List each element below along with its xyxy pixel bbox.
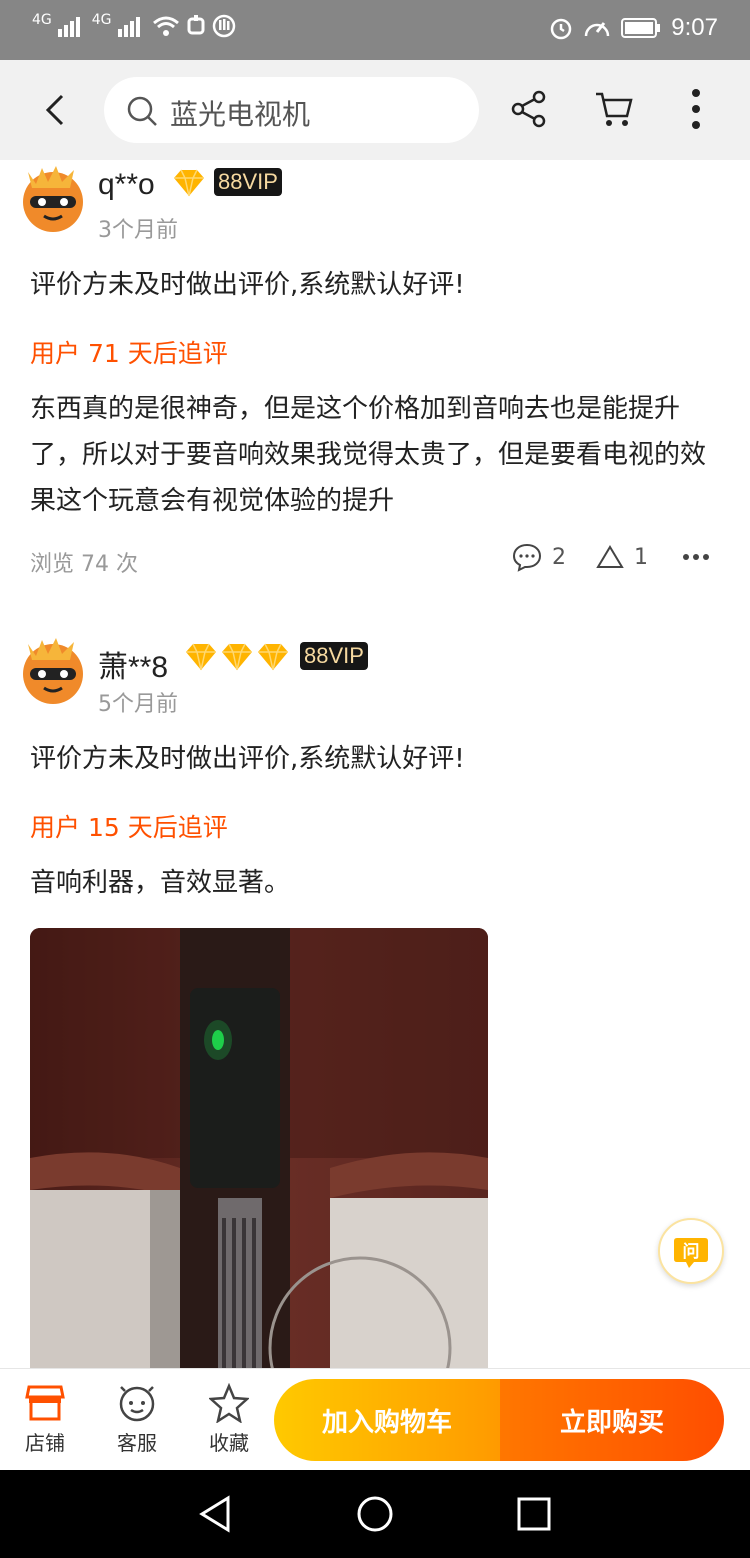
review-time: 3个月前 [98,218,178,243]
avatar[interactable] [18,634,88,706]
signal-icon: 4G [91,12,112,28]
vip-badge: 88VIP [214,168,282,196]
signal-icon: 4G [32,12,52,28]
vip-badge: 88VIP [300,642,368,670]
favorite-tab[interactable]: 收藏 [194,1383,264,1456]
buy-now-label: 立即购买 [559,1407,664,1438]
followup-content: 东西真的是很神奇，但是这个价格加到音响去也是能提升了，所以对于要音响效果我觉得太… [30,394,707,516]
followup-label: 用户 71 天后追评 [30,339,228,368]
add-to-cart-label: 加入购物车 [321,1407,452,1438]
favorite-label: 收藏 [209,1431,249,1455]
back-triangle-icon[interactable] [196,1494,236,1534]
review-photo-image [30,928,488,1370]
search-input[interactable]: 蓝光电视机 [104,77,479,143]
avatar[interactable] [18,162,88,234]
like-count: 1 [634,544,648,570]
review-photo[interactable] [30,928,488,1370]
comment-count: 2 [552,544,566,570]
diamond-icon [258,643,288,671]
cart-icon[interactable] [594,88,634,128]
followup-content: 音响利器，音效显著。 [30,868,291,898]
search-icon [127,96,157,126]
bottom-action-bar: 店铺 客服 收藏 加入购物车 立即购买 [0,1368,750,1470]
diamond-icon [186,643,216,671]
home-circle-icon[interactable] [355,1494,395,1534]
diamond-icon [222,643,252,671]
recents-square-icon[interactable] [514,1494,554,1534]
service-face-icon [119,1386,155,1422]
comment-icon [512,543,542,572]
review-content: 评价方未及时做出评价,系统默认好评! [30,744,465,774]
store-tab[interactable]: 店铺 [10,1383,80,1456]
like-triangle-icon [596,545,624,568]
comment-button[interactable]: 2 [512,542,566,572]
alarm-icon [551,18,572,40]
share-icon[interactable] [510,90,548,128]
username: 萧**8 [98,651,169,684]
system-nav-bar [0,1470,750,1558]
review-time: 5个月前 [98,692,178,717]
buy-now-button[interactable]: 立即购买 [500,1379,724,1461]
customer-service-tab[interactable]: 客服 [102,1383,172,1456]
status-bar: 4G 4G 9:07 [0,0,750,60]
more-horizontal-icon[interactable] [682,552,710,562]
signal-bars-icon [117,17,140,37]
ask-label: 问 [682,1242,700,1262]
back-arrow-icon[interactable] [36,90,76,130]
clock: 9:07 [671,14,718,41]
service-label: 客服 [117,1431,157,1455]
store-label: 店铺 [25,1431,65,1455]
speed-icon [585,22,610,37]
star-icon [209,1383,249,1423]
top-nav-bar: 蓝光电视机 [0,60,750,160]
status-icons-right: 9:07 [549,14,718,42]
battery-icon [621,18,661,38]
wifi-icon [152,16,179,36]
diamond-rank [184,642,290,672]
username: q**o [98,168,155,201]
add-to-cart-button[interactable]: 加入购物车 [274,1379,500,1461]
review-content: 评价方未及时做出评价,系统默认好评! [30,270,465,300]
diamond-icon [174,169,204,197]
more-vertical-icon[interactable] [684,88,708,130]
followup-label: 用户 15 天后追评 [30,813,228,842]
view-count: 浏览 74 次 [30,552,138,577]
like-button[interactable]: 1 [596,544,648,570]
search-query-text: 蓝光电视机 [170,98,311,131]
ask-question-button[interactable]: 问 [658,1218,724,1284]
store-icon [25,1385,65,1421]
hand-icon [212,14,235,38]
status-icons-left: 4G 4G [32,12,236,38]
diamond-rank [172,168,206,198]
signal-bars-icon [57,17,80,37]
usb-icon [187,15,205,35]
